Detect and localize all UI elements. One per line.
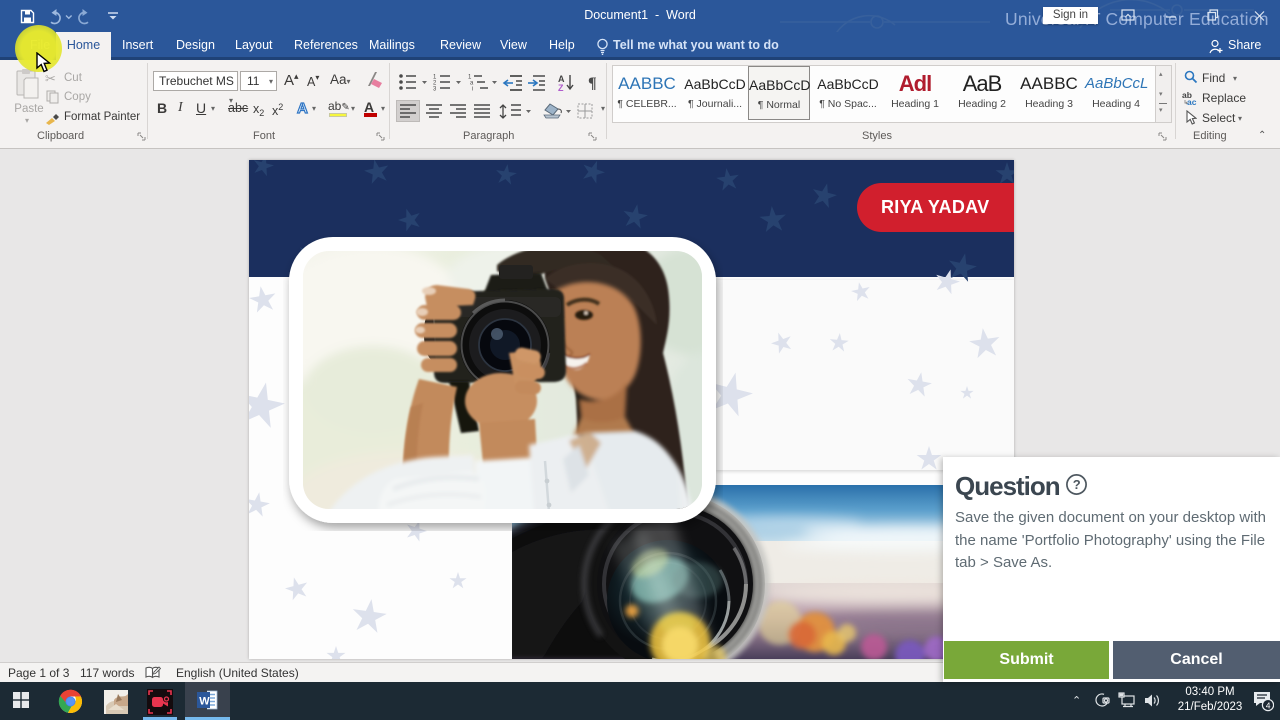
svg-text:¶: ¶ — [588, 75, 597, 91]
svg-text:Z: Z — [558, 83, 564, 91]
svg-text:?: ? — [1073, 477, 1081, 492]
svg-text:3: 3 — [433, 87, 437, 92]
svg-text:4: 4 — [1266, 701, 1271, 711]
svg-text:i: i — [472, 87, 473, 92]
svg-text:ac: ac — [1187, 97, 1197, 106]
svg-text:W: W — [199, 696, 210, 708]
